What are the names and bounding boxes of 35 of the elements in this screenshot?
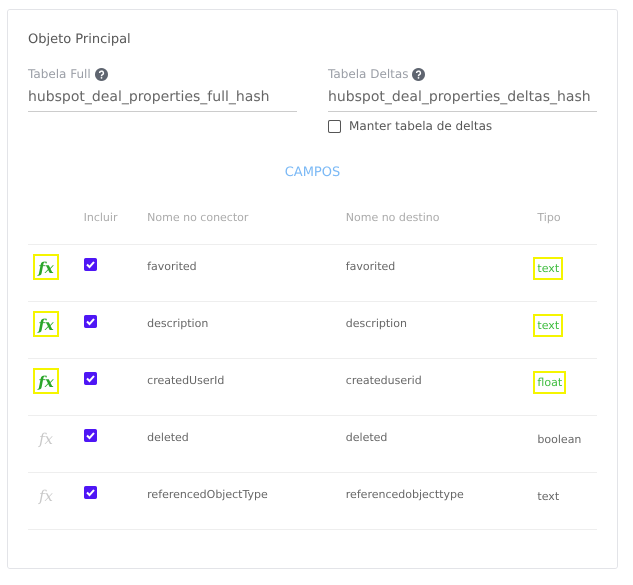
table-cell: deleted (147, 431, 189, 444)
table-cell: favorited (147, 260, 197, 273)
help-icon[interactable] (94, 68, 108, 80)
type-cell: text (533, 257, 564, 280)
checkbox[interactable] (84, 258, 97, 271)
type-cell-text: boolean (536, 432, 582, 448)
type-cell: text (533, 314, 564, 337)
help-icon[interactable] (412, 68, 426, 80)
table-cell: referencedobjecttype (346, 488, 464, 501)
table-cell: createdUserId (147, 374, 224, 387)
type-cell: float (533, 371, 566, 394)
field-label: Tabela Deltas (328, 67, 408, 81)
checkbox[interactable] (84, 429, 97, 442)
table-cell: referencedObjectType (147, 488, 268, 501)
section-title: Objeto Principal (28, 32, 132, 47)
checkbox[interactable] (84, 486, 97, 499)
column-header: Tipo (537, 211, 561, 224)
field-label: Tabela Full (28, 67, 91, 81)
table-cell: favorited (346, 260, 396, 273)
checkbox-label: Manter tabela de deltas (349, 119, 492, 133)
formula-button[interactable]: fx (33, 368, 59, 394)
checkbox[interactable] (84, 372, 97, 385)
table-cell: deleted (346, 431, 388, 444)
table-cell: description (147, 317, 208, 330)
checkbox[interactable] (84, 315, 97, 328)
column-header: Incluir (84, 211, 118, 224)
type-cell-text: text (536, 489, 560, 505)
column-header: Nome no conector (147, 211, 248, 224)
formula-button[interactable]: fx (33, 311, 59, 337)
section-heading: CAMPOS (284, 165, 342, 180)
formula-button[interactable]: fx (33, 254, 59, 280)
checkbox[interactable] (328, 120, 341, 132)
table-cell: createduserid (346, 374, 422, 387)
table-cell: description (346, 317, 407, 330)
column-header: Nome no destino (346, 211, 440, 224)
